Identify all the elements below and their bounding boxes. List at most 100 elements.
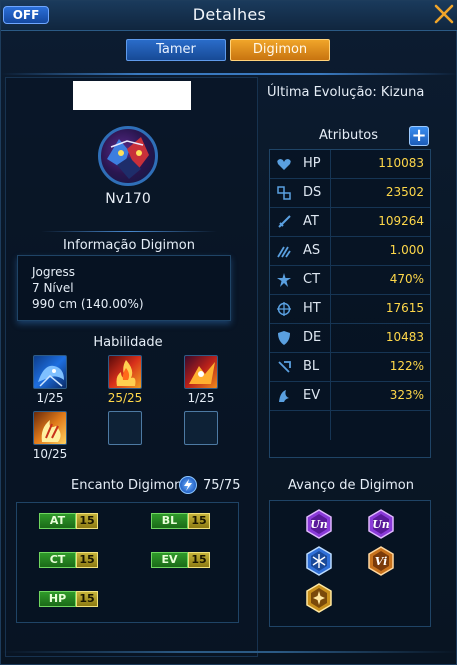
digimon-name-field bbox=[73, 81, 191, 110]
attribute-column-divider bbox=[330, 208, 331, 237]
attribute-column-divider bbox=[330, 237, 331, 266]
attribute-column-divider bbox=[330, 353, 331, 382]
skill-slot-1[interactable] bbox=[33, 355, 67, 389]
attribute-row-ev: EV 323% bbox=[270, 382, 430, 411]
info-box: Jogress 7 Nível 990 cm (140.00%) bbox=[17, 255, 231, 321]
attribute-column-divider bbox=[330, 324, 331, 353]
charm-badge-at: AT 15 bbox=[39, 513, 98, 529]
charm-title: Encanto Digimon bbox=[71, 478, 183, 493]
tab-digimon[interactable]: Digimon bbox=[230, 39, 330, 61]
heart-icon bbox=[277, 159, 291, 170]
charm-badge-value: 15 bbox=[76, 513, 98, 529]
attribute-name: DS bbox=[303, 185, 322, 200]
attribute-name: BL bbox=[303, 359, 320, 374]
skill-slot-5-empty[interactable] bbox=[108, 411, 142, 445]
skill-slot-4[interactable] bbox=[33, 411, 67, 445]
skill-count-4: 10/25 bbox=[32, 447, 68, 461]
charm-badge-bl: BL 15 bbox=[151, 513, 210, 529]
red-flame-skill-icon bbox=[116, 360, 136, 386]
attribute-column-divider bbox=[330, 266, 331, 295]
attribute-row-hp: HP 110083 bbox=[270, 150, 430, 179]
advancement-badge-ice[interactable] bbox=[305, 546, 333, 576]
attribute-value: 122% bbox=[389, 359, 424, 373]
attribute-column-divider bbox=[330, 382, 331, 411]
charm-badge-label: CT bbox=[39, 552, 76, 568]
skill-count-2: 25/25 bbox=[107, 391, 143, 405]
close-icon[interactable] bbox=[433, 3, 455, 25]
info-section-title: Informação Digimon bbox=[63, 238, 195, 253]
advancement-badge-un-1[interactable]: Un bbox=[305, 509, 333, 539]
skill-slot-2[interactable] bbox=[108, 355, 142, 389]
attributes-title: Atributos bbox=[319, 128, 379, 143]
info-line-level: 7 Nível bbox=[32, 281, 74, 295]
charm-badge-value: 15 bbox=[76, 552, 98, 568]
advancement-badge-text: Un bbox=[372, 518, 390, 531]
attribute-row-ht: HT 17615 bbox=[270, 295, 430, 324]
digisoul-icon bbox=[277, 186, 291, 200]
attribute-row-empty bbox=[270, 411, 430, 440]
details-window: OFF Detalhes Tamer Digimon Nv170 Informa… bbox=[0, 0, 457, 665]
skill-slot-6-empty[interactable] bbox=[184, 411, 218, 445]
attribute-name: EV bbox=[303, 388, 321, 403]
charm-badge-ev: EV 15 bbox=[151, 552, 210, 568]
blue-dragon-skill-icon bbox=[38, 365, 64, 387]
attribute-column-divider bbox=[330, 295, 331, 324]
charm-lightning-icon bbox=[179, 476, 197, 494]
charm-badge-value: 15 bbox=[76, 591, 98, 607]
attribute-name: AT bbox=[303, 214, 319, 229]
evade-icon bbox=[279, 390, 289, 402]
digimon-portrait-icon bbox=[107, 137, 149, 179]
tab-tamer[interactable]: Tamer bbox=[126, 39, 226, 61]
attribute-column-divider bbox=[330, 150, 331, 179]
skill-count-3: 1/25 bbox=[187, 391, 215, 405]
attribute-row-de: DE 10483 bbox=[270, 324, 430, 353]
attribute-name: CT bbox=[303, 272, 321, 287]
title-bar: OFF Detalhes bbox=[1, 1, 457, 31]
attributes-plus-button[interactable]: + bbox=[409, 126, 429, 146]
charm-badge-label: BL bbox=[151, 513, 188, 529]
attribute-row-at: AT 109264 bbox=[270, 208, 430, 237]
advancement-badge-vi[interactable]: Vi bbox=[367, 546, 395, 576]
fire-claw-skill-icon bbox=[41, 420, 61, 442]
attribute-name: HP bbox=[303, 156, 321, 171]
attribute-row-ds: DS 23502 bbox=[270, 179, 430, 208]
skill-count-1: 1/25 bbox=[36, 391, 64, 405]
charm-badge-label: EV bbox=[151, 552, 188, 568]
advancement-badge-un-2[interactable]: Un bbox=[367, 509, 395, 539]
fire-beast-skill-icon bbox=[189, 362, 215, 384]
attack-speed-icon bbox=[277, 246, 291, 258]
digimon-avatar bbox=[98, 126, 158, 186]
charm-badge-label: AT bbox=[39, 513, 76, 529]
info-divider bbox=[41, 231, 217, 232]
attribute-name: HT bbox=[303, 301, 321, 316]
attribute-value: 23502 bbox=[385, 185, 424, 199]
advancement-badge-star[interactable] bbox=[305, 583, 333, 613]
crosshair-icon bbox=[277, 302, 291, 316]
charm-badge-hp: HP 15 bbox=[39, 591, 98, 607]
attribute-value: 10483 bbox=[385, 330, 424, 344]
advancement-badge-text: Un bbox=[310, 518, 328, 531]
attributes-table: HP 110083 DS 23502 AT 109264 AS 1.000 CT… bbox=[269, 149, 431, 458]
attribute-name: AS bbox=[303, 243, 321, 258]
attribute-name: DE bbox=[303, 330, 322, 345]
sword-icon bbox=[278, 215, 291, 228]
attribute-value: 1.000 bbox=[389, 243, 424, 257]
charm-badge-label: HP bbox=[39, 591, 76, 607]
advancement-title: Avanço de Digimon bbox=[288, 478, 414, 493]
attribute-value: 323% bbox=[389, 388, 424, 402]
attribute-row-as: AS 1.000 bbox=[270, 237, 430, 266]
skill-slot-3[interactable] bbox=[184, 355, 218, 389]
attribute-value: 470% bbox=[389, 272, 424, 286]
charm-badge-ct: CT 15 bbox=[39, 552, 98, 568]
attribute-value: 17615 bbox=[385, 301, 424, 315]
window-title: Detalhes bbox=[192, 5, 267, 24]
advancement-badge-text: Vi bbox=[375, 555, 388, 568]
bottom-divider bbox=[1, 651, 457, 653]
last-evolution-label: Última Evolução: Kizuna bbox=[267, 85, 425, 100]
critical-icon bbox=[277, 273, 291, 287]
charm-count: 75/75 bbox=[203, 478, 241, 493]
info-line-type: Jogress bbox=[32, 265, 76, 279]
attribute-row-bl: BL 122% bbox=[270, 353, 430, 382]
skills-section-title: Habilidade bbox=[93, 335, 163, 350]
shield-icon bbox=[278, 331, 290, 345]
